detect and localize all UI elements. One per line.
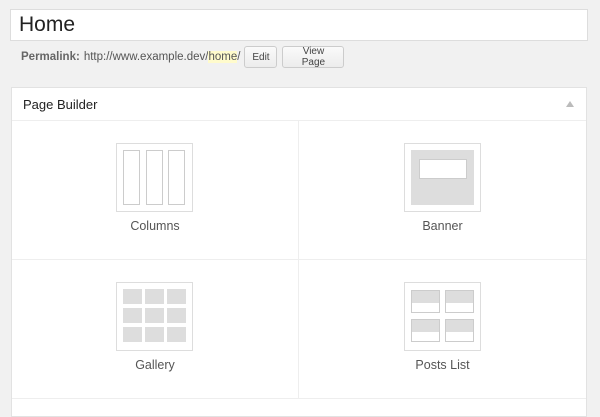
permalink-slug: home	[208, 51, 238, 63]
permalink-link[interactable]: http://www.example.dev/home/	[83, 51, 241, 63]
columns-layout-icon	[116, 143, 193, 212]
banner-layout-icon	[403, 143, 481, 212]
permalink-url-prefix: http://www.example.dev/	[83, 51, 209, 63]
module-banner[interactable]: Banner	[299, 121, 586, 260]
permalink-label: Permalink:	[21, 51, 80, 63]
module-label: Posts List	[415, 358, 470, 372]
permalink-row: Permalink: http://www.example.dev/home/ …	[21, 46, 345, 68]
page-builder-header[interactable]: Page Builder	[12, 88, 586, 121]
view-page-button[interactable]: View Page	[282, 46, 345, 68]
module-label: Banner	[422, 219, 463, 233]
page-builder-panel: Page Builder Columns Banner Gallery Post…	[11, 87, 587, 417]
edit-permalink-button[interactable]: Edit	[244, 46, 278, 68]
gallery-grid-icon	[116, 282, 193, 351]
module-posts-list[interactable]: Posts List	[299, 260, 586, 399]
page-title-input[interactable]	[10, 9, 588, 41]
module-columns[interactable]: Columns	[12, 121, 299, 260]
module-grid: Columns Banner Gallery Posts List	[12, 121, 586, 399]
module-gallery[interactable]: Gallery	[12, 260, 299, 399]
posts-list-icon	[403, 282, 481, 351]
module-label: Columns	[130, 219, 180, 233]
page-builder-title: Page Builder	[23, 96, 98, 112]
module-label: Gallery	[135, 358, 175, 372]
permalink-trailing-slash: /	[237, 51, 241, 63]
triangle-up-icon[interactable]	[566, 101, 574, 107]
